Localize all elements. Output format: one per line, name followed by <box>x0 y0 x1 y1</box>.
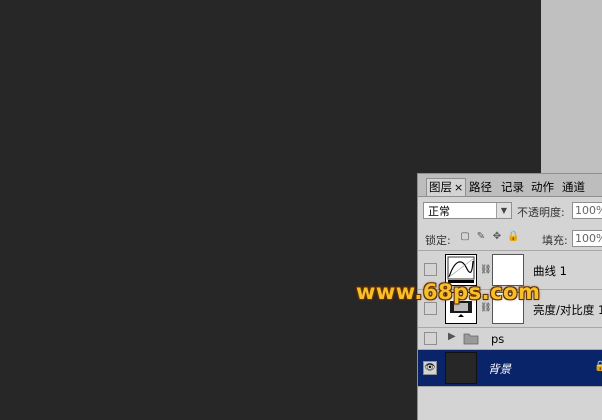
opacity-label: 不透明度: <box>517 206 565 219</box>
tab-layers[interactable]: 图层 × <box>426 178 467 196</box>
chevron-down-icon[interactable]: ▼ <box>496 203 511 218</box>
layer-row-background[interactable]: 👁 背景 🔒 <box>418 350 602 386</box>
tab-actions[interactable]: 动作 <box>529 179 556 196</box>
tab-history[interactable]: 记录 <box>499 179 526 196</box>
blend-mode-value: 正常 <box>428 205 450 218</box>
tab-channels[interactable]: 通道 <box>560 179 587 196</box>
layer-name[interactable]: 曲线 1 <box>533 263 567 279</box>
layer-name[interactable]: ps <box>491 332 504 346</box>
divider <box>418 386 602 387</box>
lock-icon: 🔒 <box>594 361 602 372</box>
lock-all-icon[interactable]: 🔒 <box>507 231 519 243</box>
layer-row-group-ps[interactable]: ▶ ps <box>418 328 602 349</box>
layer-thumbnail <box>445 352 477 384</box>
visibility-toggle[interactable] <box>424 332 437 345</box>
lock-buttons: ▢ ✎ ✥ 🔒 <box>459 231 519 243</box>
close-icon[interactable]: × <box>454 181 463 194</box>
folder-icon <box>463 333 479 345</box>
lock-label: 锁定: <box>425 234 451 247</box>
expand-triangle-icon[interactable]: ▶ <box>448 331 456 342</box>
fill-field[interactable]: 100% <box>572 230 602 247</box>
eye-icon[interactable]: 👁 <box>423 361 437 375</box>
tab-layers-label: 图层 <box>429 180 452 194</box>
lock-move-icon[interactable]: ✥ <box>491 231 503 243</box>
fill-label: 填充: <box>542 234 568 247</box>
opacity-field[interactable]: 100% <box>572 202 602 219</box>
lock-transparent-icon[interactable]: ▢ <box>459 231 471 243</box>
layer-name[interactable]: 背景 <box>488 361 511 377</box>
panel-tab-bar: 图层 × 路径 记录 动作 通道 <box>418 174 602 197</box>
chain-link-icon[interactable]: ⛓ <box>480 264 491 276</box>
workspace-background <box>541 0 602 175</box>
lock-brush-icon[interactable]: ✎ <box>475 231 487 243</box>
blend-mode-select[interactable]: 正常 ▼ <box>423 202 512 219</box>
watermark-text: www.68ps.com <box>356 280 541 304</box>
layer-name[interactable]: 亮度/对比度 1 <box>533 302 602 318</box>
tab-paths[interactable]: 路径 <box>467 179 494 196</box>
visibility-toggle[interactable] <box>424 263 437 276</box>
